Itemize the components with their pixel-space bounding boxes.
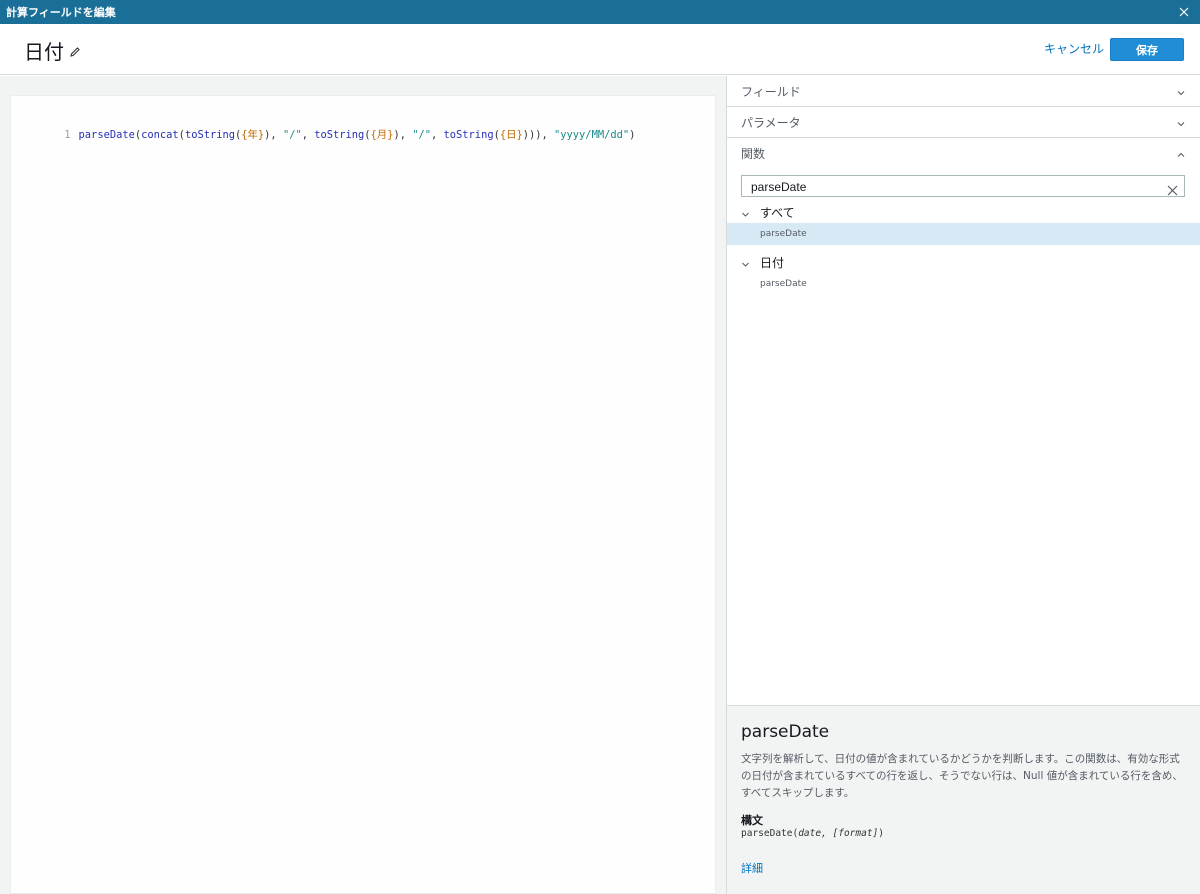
editor-header: 日付 キャンセル 保存: [0, 24, 1200, 75]
close-icon[interactable]: [1176, 4, 1192, 20]
code-token: "/": [412, 129, 432, 141]
group-all[interactable]: すべて: [741, 204, 795, 221]
save-button[interactable]: 保存: [1110, 38, 1184, 61]
function-description: parseDate 文字列を解析して、日付の値が含まれているかどうかを判断します…: [727, 705, 1200, 894]
code-token: "yyyy/MM/dd": [554, 129, 630, 141]
chevron-down-icon: [741, 208, 750, 217]
function-item-label: parseDate: [760, 229, 807, 239]
description-text: 文字列を解析して、日付の値が含まれているかどうかを判断します。この関数は、有効な…: [741, 753, 1183, 799]
code-token: "/": [282, 129, 302, 141]
section-fields-label: フィールド: [741, 84, 801, 99]
code-token: {月}: [370, 129, 394, 141]
syntax-code: parseDate(date, [format]): [741, 828, 884, 839]
details-link[interactable]: 詳細: [741, 860, 763, 876]
section-functions[interactable]: 関数: [727, 138, 1200, 169]
function-item[interactable]: parseDate: [727, 223, 1200, 245]
editor-area: 1 parseDate(concat(toString({年}), "/", to…: [0, 76, 726, 894]
code-token: {日}: [499, 129, 523, 141]
window-titlebar: 計算フィールドを編集: [0, 0, 1200, 24]
formula-editor[interactable]: 1 parseDate(concat(toString({年}), "/", to…: [10, 95, 716, 894]
code-token: ): [629, 129, 636, 141]
window-title: 計算フィールドを編集: [6, 6, 116, 19]
chevron-down-icon: [741, 258, 750, 267]
section-fields[interactable]: フィールド: [727, 76, 1200, 107]
chevron-down-icon: [1176, 87, 1186, 97]
field-name-title: 日付: [24, 40, 64, 64]
function-item-label: parseDate: [760, 279, 807, 289]
function-search: [741, 175, 1185, 197]
chevron-down-icon: [1176, 118, 1186, 128]
function-search-input[interactable]: [751, 179, 1151, 194]
code-token: ),: [264, 129, 283, 141]
cancel-button[interactable]: キャンセル: [1044, 40, 1104, 57]
code-token: {年}: [241, 129, 265, 141]
section-parameters-label: パラメータ: [741, 115, 801, 130]
syntax-fn: parseDate(: [741, 828, 799, 839]
code-text[interactable]: parseDate(concat(toString({年}), "/", toS…: [79, 129, 636, 141]
chevron-up-icon: [1176, 149, 1186, 159]
code-token: ))),: [522, 129, 555, 141]
syntax-args: date, [format]: [798, 828, 879, 839]
group-label: 日付: [760, 256, 785, 270]
code-token: toString: [443, 129, 494, 141]
code-token: ,: [431, 129, 444, 141]
code-token: ,: [301, 129, 315, 141]
code-token: ),: [393, 129, 413, 141]
code-token: toString: [314, 129, 365, 141]
line-number: 1: [64, 129, 71, 141]
code-line[interactable]: 1 parseDate(concat(toString({年}), "/", to…: [11, 114, 635, 153]
section-functions-label: 関数: [741, 147, 766, 161]
syntax-close: ): [878, 828, 885, 839]
code-token: toString: [184, 129, 235, 141]
description-title: parseDate: [741, 722, 830, 742]
clear-icon[interactable]: [1167, 181, 1178, 196]
function-item[interactable]: parseDate: [727, 273, 1200, 295]
group-label: すべて: [760, 206, 795, 220]
group-date[interactable]: 日付: [741, 254, 784, 271]
code-token: parseDate: [78, 129, 135, 141]
pencil-icon[interactable]: [69, 43, 81, 57]
syntax-label: 構文: [741, 814, 763, 827]
code-token: concat: [141, 129, 179, 141]
section-parameters[interactable]: パラメータ: [727, 107, 1200, 138]
side-panel: フィールド パラメータ 関数 すべて parseDate 日付: [726, 76, 1200, 894]
